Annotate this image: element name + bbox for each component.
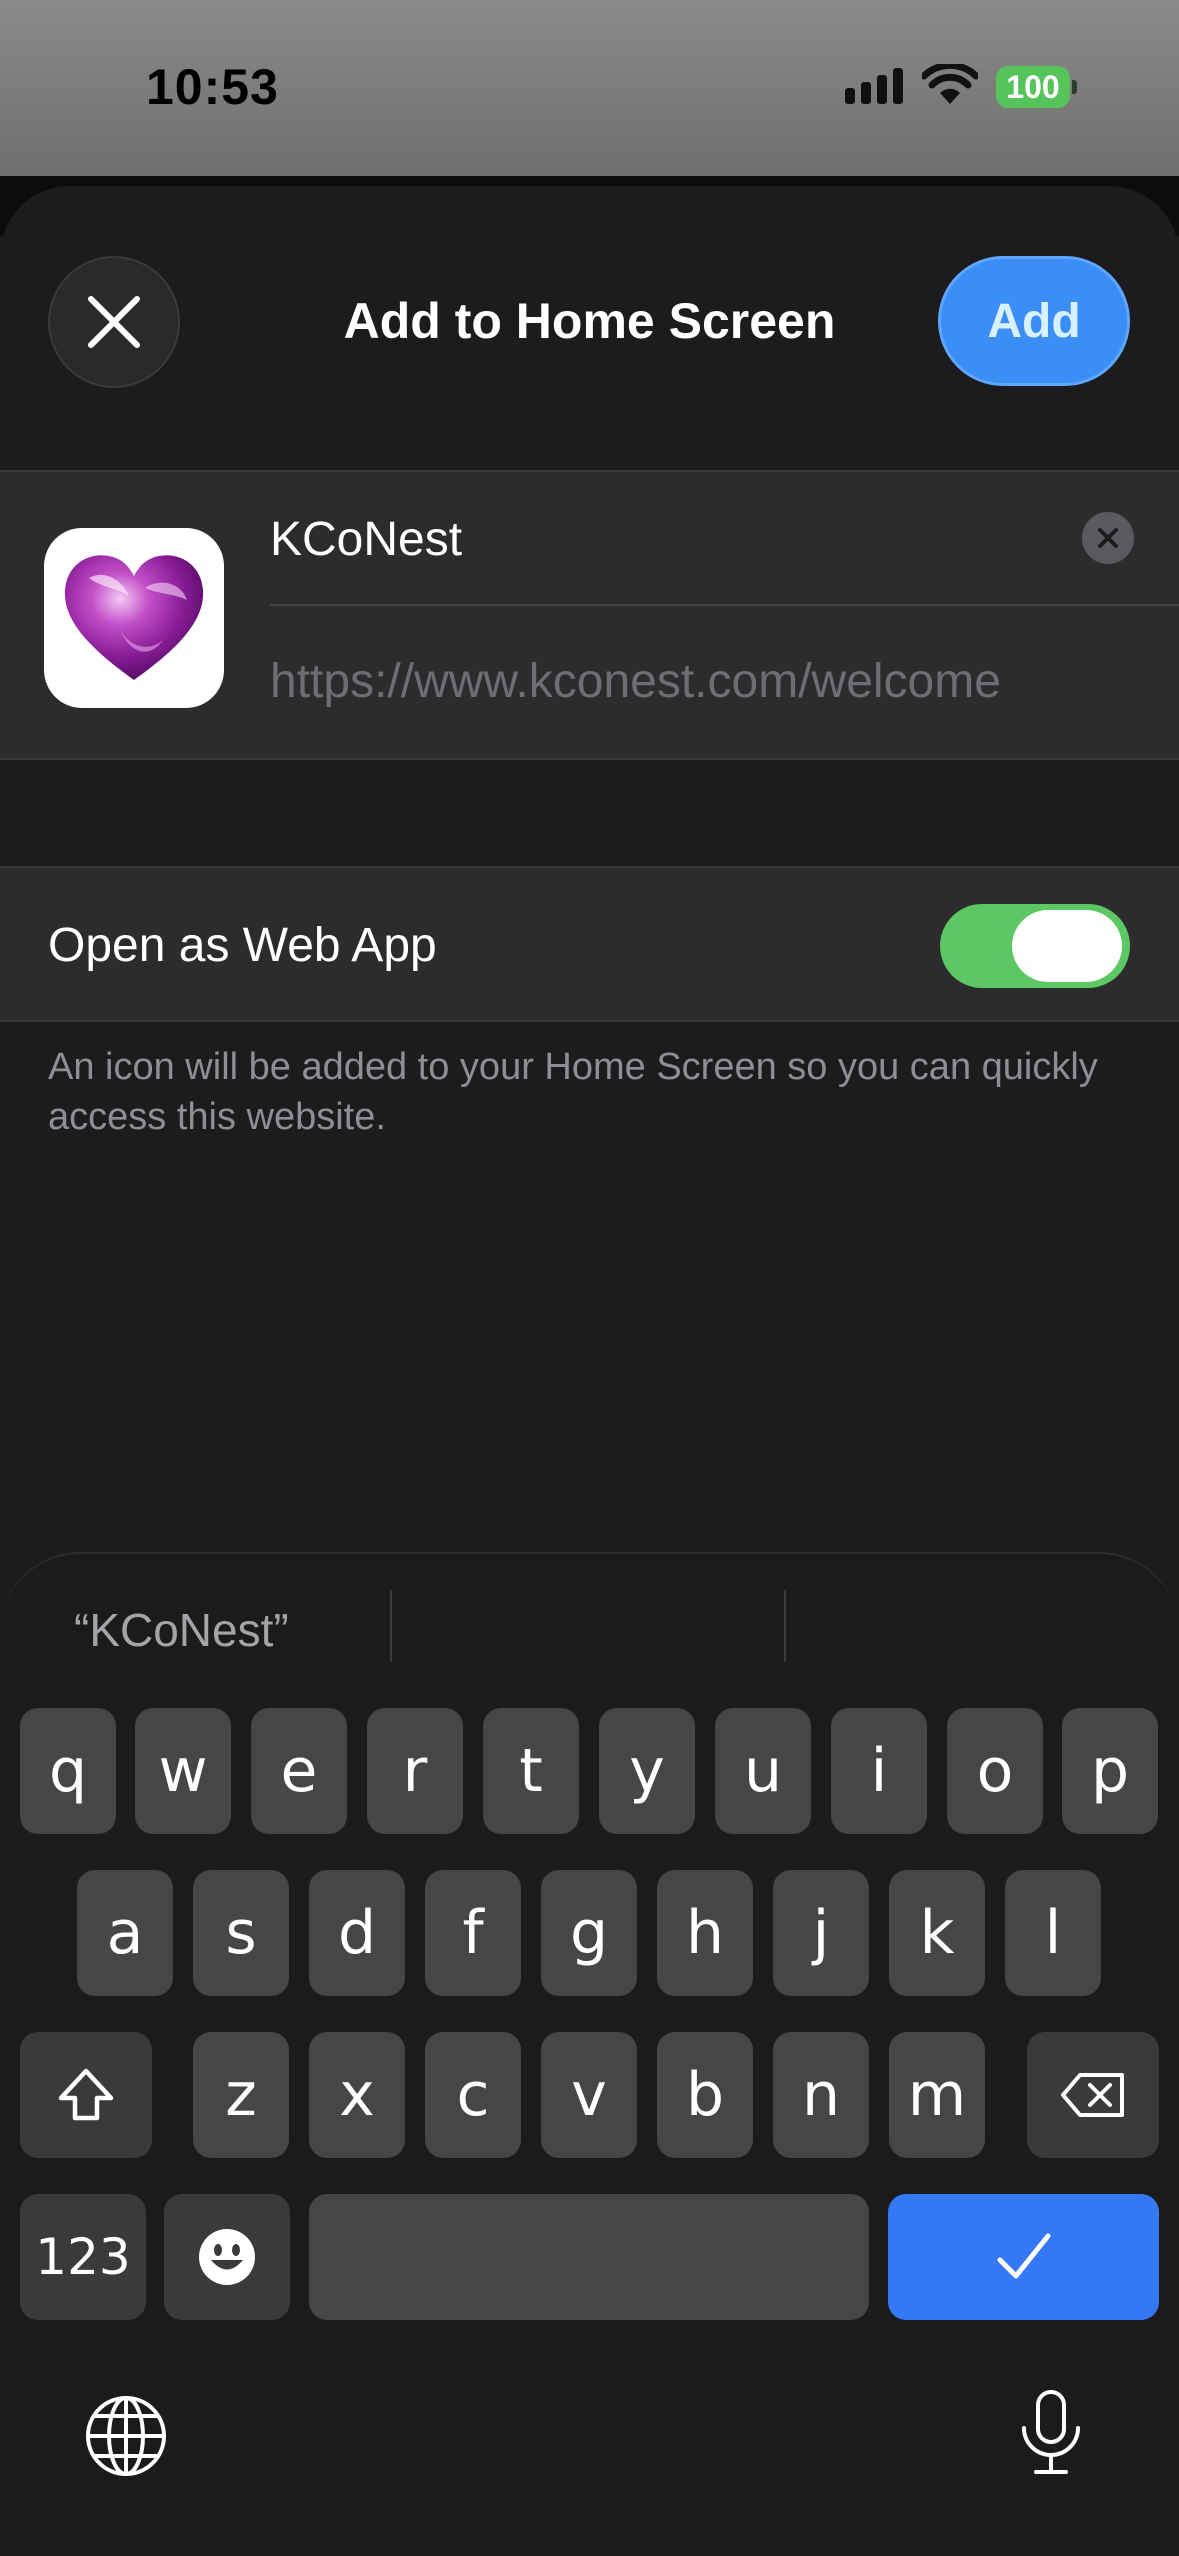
name-input[interactable]: KCoNest — [270, 512, 462, 567]
web-app-footnote: An icon will be added to your Home Scree… — [48, 1046, 1098, 1138]
checkmark-icon — [997, 2233, 1050, 2279]
battery-tip — [1072, 80, 1077, 94]
field-divider — [270, 604, 1179, 606]
emoji-key[interactable] — [164, 2194, 290, 2320]
web-app-toggle[interactable] — [940, 904, 1130, 988]
key-z[interactable]: z — [193, 2032, 289, 2158]
emoji-icon — [199, 2229, 255, 2285]
key-c[interactable]: c — [425, 2032, 521, 2158]
wifi-icon — [922, 64, 978, 104]
cellular-signal-icon — [845, 68, 903, 104]
key-o[interactable]: o — [947, 1708, 1043, 1834]
key-i[interactable]: i — [831, 1708, 927, 1834]
numbers-key[interactable]: 123 — [20, 2194, 146, 2320]
key-g[interactable]: g — [541, 1870, 637, 1996]
website-icon — [44, 528, 224, 708]
status-bar: 10:53 100 — [0, 0, 1179, 176]
key-l[interactable]: l — [1005, 1870, 1101, 1996]
status-time: 10:53 — [146, 59, 279, 115]
key-k[interactable]: k — [889, 1870, 985, 1996]
battery-level: 100 — [996, 66, 1070, 108]
key-w[interactable]: w — [135, 1708, 231, 1834]
url-text: https://www.kconest.com/welcome — [270, 655, 1001, 708]
key-u[interactable]: u — [715, 1708, 811, 1834]
key-n[interactable]: n — [773, 2032, 869, 2158]
globe-icon[interactable] — [84, 2394, 168, 2478]
key-t[interactable]: t — [483, 1708, 579, 1834]
delete-key[interactable] — [1027, 2032, 1159, 2158]
bookmark-info-group: KCoNest https://www.kconest.com/welcome — [0, 470, 1179, 760]
key-d[interactable]: d — [309, 1870, 405, 1996]
add-button[interactable]: Add — [938, 256, 1130, 386]
key-j[interactable]: j — [773, 1870, 869, 1996]
key-p[interactable]: p — [1062, 1708, 1158, 1834]
toggle-knob — [1012, 910, 1122, 982]
heart-icon — [64, 555, 204, 680]
key-q[interactable]: q — [20, 1708, 116, 1834]
key-y[interactable]: y — [599, 1708, 695, 1834]
clear-icon — [1098, 528, 1118, 548]
space-key[interactable] — [309, 2194, 869, 2320]
battery-icon: 100 — [996, 66, 1077, 108]
microphone-icon[interactable] — [1016, 2388, 1086, 2478]
key-x[interactable]: x — [309, 2032, 405, 2158]
key-r[interactable]: r — [367, 1708, 463, 1834]
key-a[interactable]: a — [77, 1870, 173, 1996]
key-s[interactable]: s — [193, 1870, 289, 1996]
backspace-icon — [1061, 2073, 1124, 2117]
done-key[interactable] — [888, 2194, 1159, 2320]
shift-key[interactable] — [20, 2032, 152, 2158]
suggestion-1[interactable]: “KCoNest” — [74, 1590, 289, 1670]
web-app-toggle-row: Open as Web App — [0, 866, 1179, 1022]
key-m[interactable]: m — [889, 2032, 985, 2158]
suggestion-2[interactable] — [420, 1590, 780, 1670]
suggestion-3[interactable] — [810, 1590, 1150, 1670]
key-e[interactable]: e — [251, 1708, 347, 1834]
clear-name-button[interactable] — [1082, 512, 1134, 564]
key-f[interactable]: f — [425, 1870, 521, 1996]
key-h[interactable]: h — [657, 1870, 753, 1996]
suggestion-separator — [784, 1590, 786, 1662]
suggestion-separator — [390, 1590, 392, 1662]
key-b[interactable]: b — [657, 2032, 753, 2158]
web-app-label: Open as Web App — [48, 919, 437, 972]
key-v[interactable]: v — [541, 2032, 637, 2158]
shift-icon — [58, 2068, 114, 2121]
